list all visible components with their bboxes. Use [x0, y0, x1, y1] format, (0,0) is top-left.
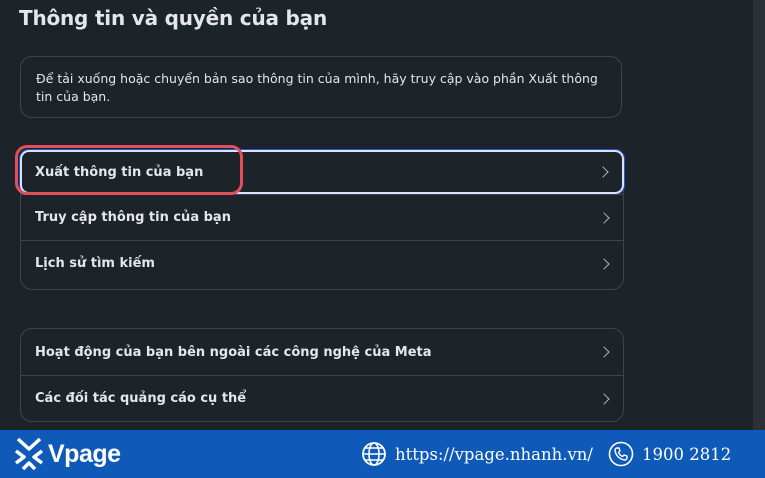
- chevron-right-icon: [598, 211, 610, 224]
- page-title: Thông tin và quyền của bạn: [19, 6, 328, 30]
- website-url: https://vpage.nhanh.vn/: [395, 444, 593, 464]
- globe-icon: [362, 442, 386, 466]
- chevron-right-icon: [598, 346, 610, 358]
- settings-page: Thông tin và quyền của bạn Để tải xuống …: [0, 0, 765, 478]
- menu-item-label: Các đối tác quảng cáo cụ thể: [35, 391, 247, 406]
- phone-icon: [608, 441, 634, 467]
- chevron-right-icon: [598, 392, 610, 405]
- menu-item-label: Hoạt động của bạn bên ngoài các công ngh…: [35, 344, 432, 360]
- menu-item-off-meta-activity[interactable]: Hoạt động của bạn bên ngoài các công ngh…: [21, 329, 623, 375]
- menu-card-data: Xuất thông tin của bạn Truy cập thông ti…: [20, 150, 624, 290]
- chevron-right-icon: [597, 166, 609, 178]
- menu-item-access-info[interactable]: Truy cập thông tin của bạn: [21, 194, 623, 240]
- footer-banner: Vpage https://vpage.nhanh.vn/ 1900 2812: [0, 430, 765, 478]
- brand-logo: Vpage: [14, 436, 121, 472]
- menu-item-specific-ad-partners[interactable]: Các đối tác quảng cáo cụ thể: [21, 375, 623, 421]
- chevron-right-icon: [598, 257, 610, 270]
- scrollbar-track[interactable]: [753, 0, 765, 430]
- website-link[interactable]: https://vpage.nhanh.vn/: [361, 441, 593, 467]
- menu-item-label: Truy cập thông tin của bạn: [35, 210, 231, 225]
- info-notice-text: Để tải xuống hoặc chuyển bản sao thông t…: [36, 71, 598, 104]
- phone-contact[interactable]: 1900 2812: [608, 441, 731, 467]
- info-notice: Để tải xuống hoặc chuyển bản sao thông t…: [20, 56, 622, 118]
- vpage-logo-icon: [14, 437, 44, 471]
- menu-item-label: Xuất thông tin của bạn: [35, 164, 204, 180]
- menu-item-search-history[interactable]: Lịch sử tìm kiếm: [21, 240, 623, 286]
- brand-name: Vpage: [48, 439, 121, 468]
- menu-item-label: Lịch sử tìm kiếm: [35, 256, 155, 271]
- menu-item-export-info[interactable]: Xuất thông tin của bạn: [20, 150, 624, 194]
- phone-number: 1900 2812: [642, 444, 732, 464]
- menu-card-ads: Hoạt động của bạn bên ngoài các công ngh…: [20, 328, 624, 422]
